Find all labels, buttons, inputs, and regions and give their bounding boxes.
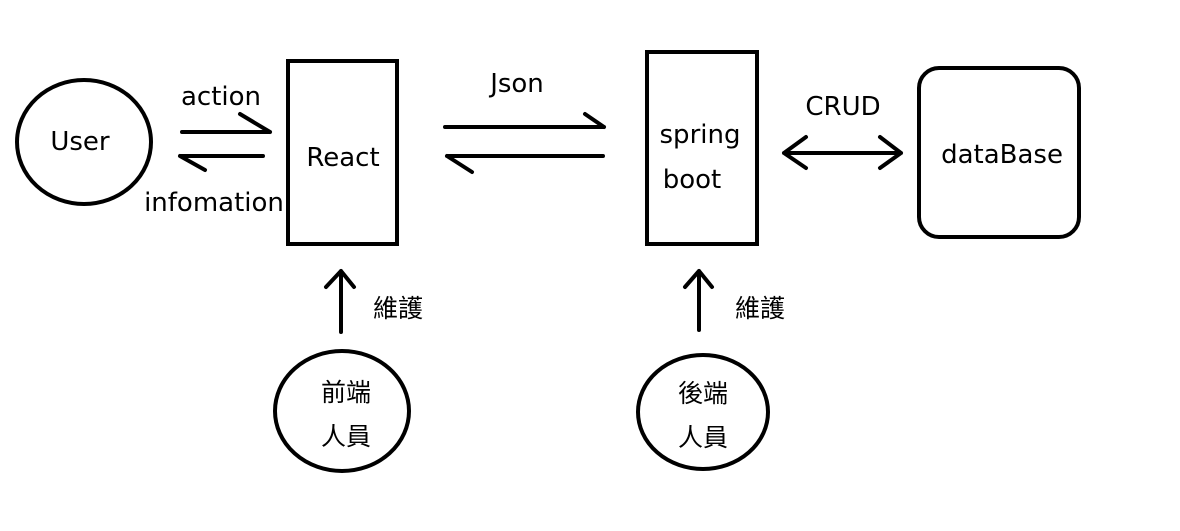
frontend-label-line2: 人員: [321, 422, 371, 451]
database-label: dataBase: [941, 140, 1063, 170]
json-arrow-forward: [443, 112, 606, 129]
json-arrow-back: [445, 154, 605, 174]
crud-label: CRUD: [805, 92, 880, 122]
json-arrows: Json: [443, 69, 606, 174]
json-label: Json: [488, 69, 544, 99]
crud-arrow: CRUD: [782, 92, 903, 170]
architecture-diagram: User React spring boot dataBase 前端 人員 後端…: [15, 50, 1081, 473]
user-node: User: [15, 78, 153, 206]
react-label: React: [306, 143, 379, 173]
spring-label-line1: spring: [660, 120, 741, 150]
frontend-developer-node: 前端 人員: [273, 349, 411, 473]
spring-boot-node: spring boot: [645, 50, 759, 246]
action-arrow: action: [180, 82, 272, 134]
action-label: action: [181, 82, 261, 112]
maintain-frontend-label: 維護: [373, 294, 423, 323]
backend-developer-node: 後端 人員: [636, 353, 770, 471]
information-arrow: infomation: [144, 154, 284, 218]
maintain-backend-label: 維護: [735, 294, 785, 323]
maintain-backend-arrow: 維護: [683, 269, 785, 332]
backend-label-line2: 人員: [678, 423, 728, 452]
database-node: dataBase: [917, 66, 1081, 239]
react-node: React: [286, 59, 399, 246]
frontend-label-line1: 前端: [321, 378, 371, 407]
maintain-frontend-arrow: 維護: [324, 269, 423, 334]
information-label: infomation: [144, 188, 284, 218]
backend-label-line1: 後端: [678, 379, 728, 408]
spring-label-line2: boot: [663, 165, 722, 195]
user-label: User: [50, 127, 110, 157]
